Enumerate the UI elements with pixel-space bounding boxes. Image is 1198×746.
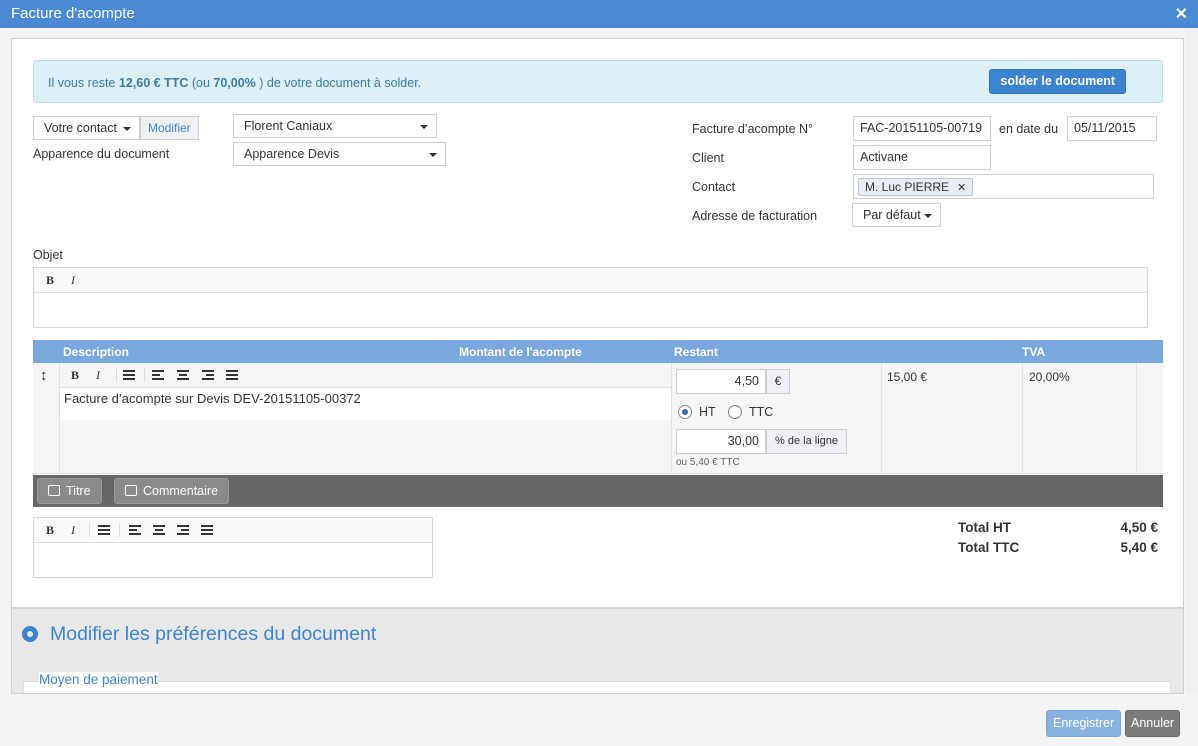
add-line-bar: Titre Commentaire [33, 475, 1163, 507]
dialog-footer: Enregistrer Annuler [0, 694, 1198, 746]
lines-table-header: Description Montant de l'acompte Restant… [33, 340, 1163, 363]
object-text-area[interactable] [34, 293, 1147, 327]
footer-editor: B I [33, 517, 433, 578]
currency-addon: € [766, 369, 790, 394]
align-right-icon[interactable] [177, 525, 189, 535]
header-vat: TVA [1022, 345, 1046, 359]
window-title: Facture d'acompte [11, 5, 135, 22]
radio-ttc[interactable] [728, 405, 742, 419]
description-toolbar: B I [59, 363, 671, 388]
appearance-label: Apparence du document [33, 147, 170, 161]
bold-icon[interactable]: B [71, 368, 79, 383]
contact-label: Contact [692, 180, 736, 194]
total-ht-value: 4,50 € [1120, 520, 1158, 535]
payment-legend: Moyen de paiement [39, 672, 158, 687]
footer-text-area[interactable] [34, 543, 432, 577]
appearance-select[interactable]: Apparence Devis [233, 142, 446, 166]
caret-down-icon [924, 214, 932, 218]
move-icon[interactable]: ↕ [40, 367, 48, 384]
align-center-icon[interactable] [153, 525, 165, 535]
client-label: Client [692, 151, 724, 165]
vat-value: 20,00% [1029, 370, 1070, 384]
italic-icon[interactable]: I [71, 273, 75, 288]
dialog-scrollbar[interactable] [1186, 28, 1198, 694]
alert-percent: 70,00% [213, 76, 256, 90]
header-remaining: Restant [674, 345, 719, 359]
payment-fieldset: Moyen de paiement [23, 672, 1171, 693]
justify-icon[interactable] [226, 370, 238, 380]
radio-ht[interactable] [678, 405, 692, 419]
align-right-icon[interactable] [202, 370, 214, 380]
document-panel: Il vous reste 12,60 € TTC (ou 70,00% ) d… [12, 39, 1183, 609]
add-title-button[interactable]: Titre [37, 478, 102, 504]
window-titlebar: Facture d'acompte ✕ [0, 0, 1198, 28]
preferences-title: Modifier les préférences du document [50, 623, 377, 645]
total-ttc-label: Total TTC [958, 540, 1020, 555]
radio-ttc-label: TTC [749, 405, 774, 419]
description-editor: B I Facture d’acompte sur Devis DEV-2015… [59, 363, 671, 420]
remaining-value: 15,00 € [887, 370, 928, 384]
caret-down-icon [429, 153, 437, 157]
justify-icon[interactable] [201, 525, 213, 535]
align-left-icon[interactable] [129, 525, 141, 535]
invoice-number-label: Facture d’acompte N° [692, 122, 814, 136]
italic-icon[interactable]: I [71, 523, 75, 538]
edit-icon [48, 485, 60, 496]
italic-icon[interactable]: I [96, 368, 100, 383]
settle-document-button[interactable]: solder le document [989, 69, 1126, 94]
bold-icon[interactable]: B [46, 523, 54, 538]
header-description: Description [63, 345, 130, 359]
date-input[interactable]: 05/11/2015 [1067, 116, 1157, 141]
deposit-amount-input[interactable]: 4,50 [676, 369, 766, 394]
footer-toolbar: B I [34, 518, 432, 543]
ttc-equivalent-note: ou 5,40 € TTC [676, 457, 740, 468]
object-label: Objet [33, 248, 63, 262]
save-button[interactable]: Enregistrer [1046, 710, 1122, 737]
bold-icon[interactable]: B [46, 273, 54, 288]
cancel-button[interactable]: Annuler [1125, 710, 1181, 737]
dialog-body: Il vous reste 12,60 € TTC (ou 70,00% ) d… [11, 38, 1184, 694]
percent-unit-addon: % de la ligne [766, 429, 847, 454]
table-row: ↕ B I Facture d’acompte sur Devis DEV-20… [33, 363, 1163, 474]
remove-tag-icon[interactable]: ✕ [957, 182, 966, 194]
object-toolbar: B I [34, 268, 1147, 293]
header-amount: Montant de l'acompte [459, 345, 582, 359]
description-text[interactable]: Facture d’acompte sur Devis DEV-20151105… [64, 391, 361, 406]
caret-down-icon [123, 127, 131, 131]
alert-amount: 12,60 € TTC [118, 76, 189, 90]
caret-down-icon [420, 125, 428, 129]
align-center-icon[interactable] [177, 370, 189, 380]
list-icon[interactable] [98, 525, 110, 535]
invoice-number-input[interactable]: FAC-20151105-00719 [853, 116, 991, 141]
contact-tag: M. Luc PIERRE ✕ [858, 178, 974, 196]
billing-address-label: Adresse de facturation [692, 209, 818, 223]
percent-input[interactable]: 30,00 [676, 429, 766, 454]
gear-icon [22, 626, 38, 642]
total-ttc-value: 5,40 € [1120, 540, 1158, 555]
contact-type-select[interactable]: Votre contact [33, 116, 140, 140]
modify-contact-button[interactable]: Modifier [140, 116, 199, 140]
total-ht-label: Total HT [958, 520, 1011, 535]
alert-message: Il vous reste 12,60 € TTC (ou 70,00% ) d… [48, 76, 422, 90]
date-label: en date du [999, 122, 1059, 136]
add-comment-button[interactable]: Commentaire [114, 478, 230, 504]
client-input[interactable]: Activane [853, 145, 991, 170]
edit-icon [125, 485, 137, 496]
list-icon[interactable] [123, 370, 135, 380]
contact-tags-input[interactable]: M. Luc PIERRE ✕ [853, 174, 1154, 199]
billing-address-select[interactable]: Par défaut [852, 203, 941, 227]
contact-select[interactable]: Florent Caniaux [233, 114, 437, 138]
object-editor: B I [33, 267, 1148, 328]
align-left-icon[interactable] [152, 370, 164, 380]
radio-ht-label: HT [699, 405, 716, 419]
close-icon[interactable]: ✕ [1175, 4, 1188, 24]
preferences-toggle[interactable]: Modifier les préférences du document [22, 623, 376, 646]
remaining-alert: Il vous reste 12,60 € TTC (ou 70,00% ) d… [33, 60, 1163, 103]
